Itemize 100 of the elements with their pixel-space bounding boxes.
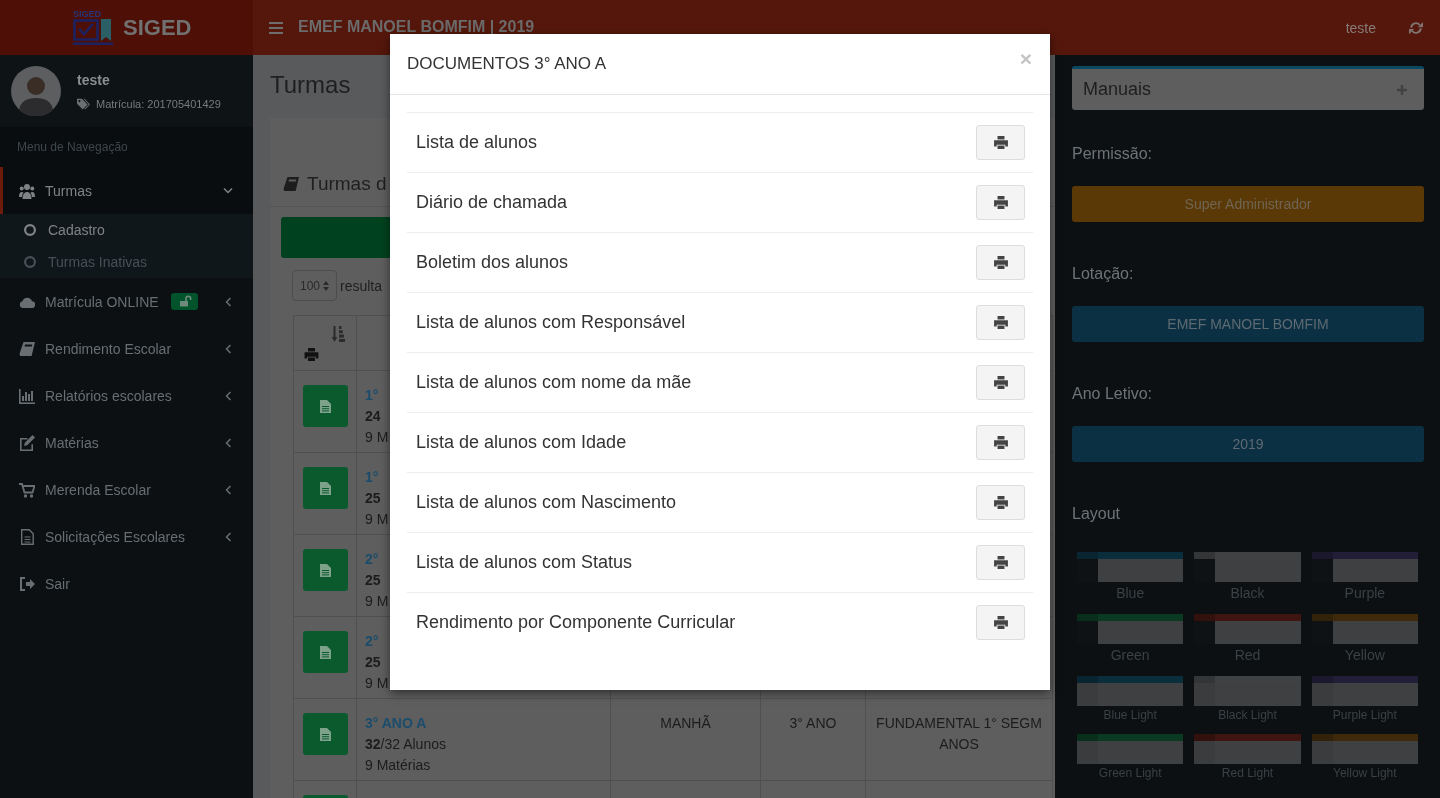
document-button[interactable]: [302, 549, 348, 591]
edit-icon: [19, 434, 35, 451]
document-name: Lista de alunos com Nascimento: [416, 492, 677, 513]
file-icon: [319, 563, 331, 577]
spinner-icon: [323, 280, 329, 291]
selector-button[interactable]: Super Administrador: [1072, 186, 1424, 222]
document-name: Lista de alunos com nome da mãe: [416, 372, 692, 393]
circle-icon: [24, 256, 36, 268]
print-button[interactable]: [976, 305, 1025, 340]
section-label: Ano Letivo:: [1072, 384, 1153, 404]
section-label: Lotação:: [1072, 264, 1134, 284]
sidebar-item[interactable]: Solicitações Escolares: [0, 513, 253, 560]
shift-text: MANHÃ: [660, 715, 711, 731]
document-icon: [19, 528, 35, 545]
box-title: Turmas d: [307, 172, 387, 196]
skin-preview[interactable]: [1077, 676, 1184, 706]
print-button[interactable]: [976, 485, 1025, 520]
skin-preview[interactable]: [1311, 676, 1418, 706]
print-icon: [993, 616, 1008, 629]
sidebar-item[interactable]: Relatórios escolares: [0, 372, 253, 419]
print-button[interactable]: [976, 245, 1025, 280]
user-avatar-icon: [11, 66, 61, 116]
sidebar-item[interactable]: Rendimento Escolar: [0, 325, 253, 372]
skin-preview[interactable]: [1311, 552, 1418, 582]
print-icon: [993, 496, 1008, 509]
class-link[interactable]: 1°: [365, 385, 379, 406]
close-button[interactable]: ×: [1019, 48, 1032, 69]
bar-chart-icon: [19, 387, 35, 404]
section-label: Layout: [1072, 504, 1121, 524]
grade-text: 3° ANO: [789, 715, 837, 731]
logo-icon: [73, 19, 113, 45]
document-name: Rendimento por Componente Curricular: [416, 612, 736, 633]
submenu-item[interactable]: Cadastro: [0, 214, 253, 246]
student-count: 32/32 Alunos: [365, 735, 446, 754]
student-count: 24: [365, 407, 381, 426]
print-icon[interactable]: [304, 348, 319, 361]
cloud-icon: [19, 295, 35, 308]
skin-preview[interactable]: [1194, 734, 1301, 764]
selector-button[interactable]: 2019: [1072, 426, 1424, 462]
document-button[interactable]: [302, 467, 348, 509]
sort-icon[interactable]: [332, 326, 345, 342]
sign-out-icon: [19, 575, 35, 592]
print-button[interactable]: [976, 365, 1025, 400]
user-name: teste: [77, 71, 110, 89]
user-menu-link[interactable]: teste: [1345, 18, 1376, 37]
file-icon: [319, 645, 331, 659]
skin-preview[interactable]: [1194, 614, 1301, 644]
book-icon: [19, 340, 35, 357]
subject-count: 9 M: [365, 674, 389, 693]
modal-title: DOCUMENTOS 3° ANO A: [407, 54, 607, 74]
print-icon: [993, 376, 1008, 389]
print-icon: [993, 436, 1008, 449]
file-icon: [319, 399, 331, 413]
file-icon: [319, 727, 331, 741]
users-icon: [19, 182, 35, 199]
subject-count: 9 Matérias: [365, 756, 431, 775]
skin-preview[interactable]: [1077, 552, 1184, 582]
class-link[interactable]: 1°: [365, 467, 379, 488]
skin-preview[interactable]: [1077, 614, 1184, 644]
subject-count: 9 M: [365, 592, 389, 611]
registration-text: Matrícula: 201705401429: [96, 97, 221, 111]
print-icon: [993, 196, 1008, 209]
selector-button[interactable]: EMEF MANOEL BOMFIM: [1072, 306, 1424, 342]
sidebar-item[interactable]: Matrícula ONLINE: [0, 278, 253, 325]
cart-icon: [19, 481, 35, 498]
student-count: 25: [365, 571, 381, 590]
section-label: Permissão:: [1072, 144, 1153, 164]
class-link[interactable]: 2°: [365, 631, 379, 652]
class-link[interactable]: 3° ANO A: [365, 713, 427, 734]
panel-title: Manuais: [1083, 79, 1152, 100]
sidebar-item[interactable]: Merenda Escolar: [0, 466, 253, 513]
print-button[interactable]: [976, 125, 1025, 160]
book-icon: [282, 176, 300, 192]
skin-preview[interactable]: [1311, 734, 1418, 764]
submenu-item[interactable]: Turmas Inativas: [0, 246, 253, 278]
document-name: Diário de chamada: [416, 192, 568, 213]
print-button[interactable]: [976, 605, 1025, 640]
refresh-icon[interactable]: [1409, 20, 1423, 35]
subject-count: 9 M: [365, 428, 389, 447]
print-icon: [993, 316, 1008, 329]
skin-preview[interactable]: [1311, 614, 1418, 644]
document-button[interactable]: [302, 385, 348, 427]
class-link[interactable]: 2°: [365, 549, 379, 570]
page-size-label: resulta: [340, 277, 383, 294]
print-icon: [993, 256, 1008, 269]
menu-header: Menu de Navegação: [17, 140, 128, 154]
document-button[interactable]: [302, 713, 348, 755]
print-button[interactable]: [976, 425, 1025, 460]
document-button[interactable]: [302, 631, 348, 673]
sidebar-item[interactable]: Matérias: [0, 419, 253, 466]
skin-preview[interactable]: [1194, 552, 1301, 582]
print-button[interactable]: [976, 185, 1025, 220]
menu-icon[interactable]: [269, 21, 283, 34]
print-icon: [993, 136, 1008, 149]
plus-icon[interactable]: [1397, 84, 1407, 95]
print-button[interactable]: [976, 545, 1025, 580]
app-title: SIGED: [123, 14, 192, 41]
print-icon: [993, 556, 1008, 569]
stage-text: FUNDAMENTAL 1° SEGM ANOS: [876, 715, 1042, 752]
sidebar-item[interactable]: Sair: [0, 560, 253, 607]
